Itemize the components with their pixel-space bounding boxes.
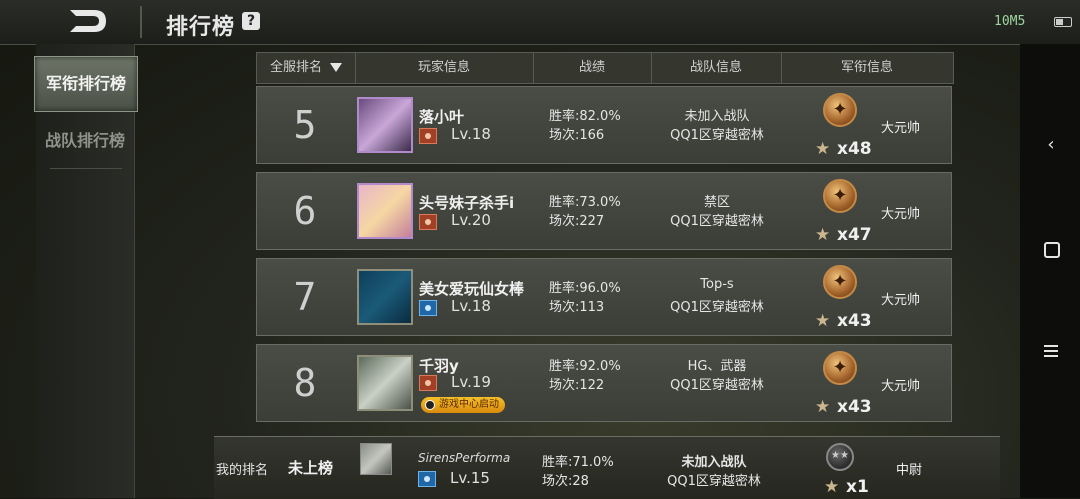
military-rank: 大元帅 bbox=[881, 207, 921, 222]
column-header: 全服排名 bbox=[269, 60, 322, 75]
win-rate: 胜率:96.0% bbox=[549, 281, 621, 296]
military-rank: 大元帅 bbox=[881, 293, 921, 308]
game-center-launch-badge[interactable]: 游戏中心启动 bbox=[421, 397, 505, 413]
top-bar: 排行榜 ? 10M5 bbox=[0, 0, 1080, 45]
server-region: QQ1区穿越密林 bbox=[667, 474, 761, 489]
player-level: Lv.18 bbox=[451, 125, 491, 143]
table-row[interactable]: 7 美女爱玩仙女棒 Lv.18 胜率:96.0% 场次:113 Top-s QQ… bbox=[256, 258, 952, 336]
tab-military-rank-leaderboard[interactable]: 军衔排行榜 bbox=[34, 56, 138, 112]
nav-home-icon[interactable] bbox=[1044, 242, 1060, 258]
military-rank: 大元帅 bbox=[881, 121, 921, 136]
military-rank: 中尉 bbox=[896, 463, 923, 478]
column-header: 军衔信息 bbox=[840, 60, 893, 75]
player-rank-icon bbox=[418, 471, 436, 487]
back-button[interactable] bbox=[64, 6, 110, 36]
rank-number: 7 bbox=[293, 275, 317, 319]
military-medal-icon: ★★ bbox=[826, 443, 854, 471]
team-name: Top-s bbox=[700, 277, 734, 292]
star-icon: ★ bbox=[815, 139, 831, 159]
table-header: 全服排名 玩家信息 战绩 战队信息 军衔信息 bbox=[256, 52, 954, 84]
sidebar: 军衔排行榜 战队排行榜 bbox=[34, 44, 138, 498]
player-rank-icon bbox=[419, 300, 437, 316]
table-row[interactable]: 6 头号妹子杀手i Lv.20 胜率:73.0% 场次:227 禁区 QQ1区穿… bbox=[256, 172, 952, 250]
battery-icon bbox=[1054, 17, 1072, 27]
military-rank: 大元帅 bbox=[881, 379, 921, 394]
player-name: SirensPerforma bbox=[418, 451, 511, 465]
player-level: Lv.15 bbox=[450, 469, 490, 487]
back-logo-icon bbox=[70, 10, 106, 32]
star-icon: ★ bbox=[824, 477, 840, 497]
rank-number: 6 bbox=[293, 189, 317, 233]
server-region: QQ1区穿越密林 bbox=[670, 300, 764, 315]
column-header: 战绩 bbox=[533, 53, 652, 83]
star-count: x47 bbox=[837, 225, 872, 245]
sidebar-item-label: 军衔排行榜 bbox=[45, 74, 126, 93]
team-name: 未加入战队 bbox=[681, 455, 747, 470]
network-speed: 10M5 bbox=[994, 14, 1026, 29]
rank-number: 5 bbox=[293, 103, 317, 147]
page-title: 排行榜 bbox=[166, 15, 236, 40]
avatar[interactable] bbox=[357, 355, 413, 411]
win-rate: 胜率:82.0% bbox=[549, 109, 621, 124]
player-rank-icon bbox=[419, 214, 437, 230]
server-region: QQ1区穿越密林 bbox=[670, 128, 764, 143]
team-name: HG、武器 bbox=[687, 359, 747, 374]
team-name: 禁区 bbox=[703, 195, 730, 210]
star-count: x48 bbox=[837, 139, 872, 159]
server-region: QQ1区穿越密林 bbox=[670, 378, 764, 393]
player-level: Lv.20 bbox=[451, 211, 491, 229]
avatar[interactable] bbox=[357, 269, 413, 325]
team-name: 未加入战队 bbox=[684, 109, 750, 124]
nav-back-icon[interactable]: ‹ bbox=[1040, 134, 1062, 156]
star-icon: ★ bbox=[815, 311, 831, 331]
table-row[interactable]: 8 千羽y Lv.19 游戏中心启动 胜率:92.0% 场次:122 HG、武器… bbox=[256, 344, 952, 422]
system-nav-bar: ‹ bbox=[1020, 44, 1080, 498]
rank-number: 8 bbox=[293, 361, 317, 405]
match-count: 场次:166 bbox=[549, 128, 605, 143]
title-separator bbox=[140, 6, 142, 38]
military-medal-icon bbox=[823, 179, 857, 213]
win-rate: 胜率:71.0% bbox=[542, 455, 614, 470]
player-level: Lv.19 bbox=[451, 373, 491, 391]
nav-menu-icon[interactable] bbox=[1040, 342, 1062, 364]
star-icon: ★ bbox=[815, 397, 831, 417]
sidebar-divider bbox=[50, 168, 122, 169]
star-count: x43 bbox=[837, 397, 872, 417]
my-rank-bar: 我的排名 未上榜 SirensPerforma Lv.15 胜率:71.0% 场… bbox=[214, 436, 1000, 499]
match-count: 场次:113 bbox=[549, 300, 605, 315]
server-region: QQ1区穿越密林 bbox=[670, 214, 764, 229]
avatar[interactable] bbox=[360, 443, 392, 475]
player-rank-icon bbox=[419, 375, 437, 391]
player-name: 落小叶 bbox=[419, 108, 465, 126]
table-row[interactable]: 5 落小叶 Lv.18 胜率:82.0% 场次:166 未加入战队 QQ1区穿越… bbox=[256, 86, 952, 164]
win-rate: 胜率:92.0% bbox=[549, 359, 621, 374]
military-medal-icon bbox=[823, 265, 857, 299]
sidebar-item-label: 战队排行榜 bbox=[44, 131, 125, 150]
avatar[interactable] bbox=[357, 97, 413, 153]
my-rank-label: 我的排名 bbox=[216, 463, 269, 478]
star-count: x43 bbox=[837, 311, 872, 331]
match-count: 场次:227 bbox=[549, 214, 605, 229]
player-name: 头号妹子杀手i bbox=[419, 194, 515, 212]
sort-rank-header[interactable]: 全服排名 bbox=[257, 53, 356, 83]
star-icon: ★ bbox=[815, 225, 831, 245]
win-rate: 胜率:73.0% bbox=[549, 195, 621, 210]
avatar[interactable] bbox=[357, 183, 413, 239]
military-medal-icon bbox=[823, 351, 857, 385]
player-name: 美女爱玩仙女棒 bbox=[419, 280, 525, 298]
my-rank-value: 未上榜 bbox=[288, 459, 334, 477]
player-level: Lv.18 bbox=[451, 297, 491, 315]
column-header: 战队信息 bbox=[651, 53, 782, 83]
star-count: x1 bbox=[846, 477, 869, 497]
match-count: 场次:122 bbox=[549, 378, 605, 393]
match-count: 场次:28 bbox=[542, 474, 589, 489]
help-icon[interactable]: ? bbox=[242, 12, 260, 30]
military-medal-icon bbox=[823, 93, 857, 127]
tab-team-leaderboard[interactable]: 战队排行榜 bbox=[34, 114, 136, 168]
column-header: 玩家信息 bbox=[355, 53, 534, 83]
player-rank-icon bbox=[419, 128, 437, 144]
sort-down-icon bbox=[330, 63, 342, 72]
